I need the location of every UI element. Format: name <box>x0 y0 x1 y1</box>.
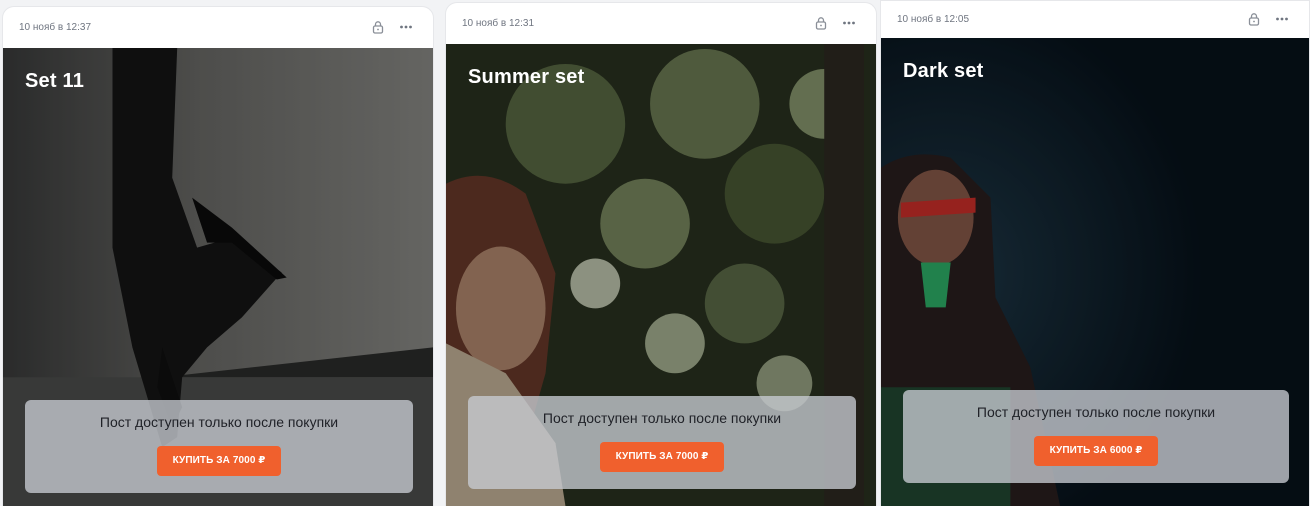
buy-button[interactable]: КУПИТЬ ЗА 6000 ₽ <box>1033 436 1159 466</box>
post-image[interactable]: Dark set Пост доступен только после поку… <box>881 38 1309 506</box>
lock-icon[interactable] <box>367 16 389 38</box>
post-header: 10 нояб в 12:37 <box>3 7 433 47</box>
post-date: 10 нояб в 12:37 <box>19 21 92 33</box>
post-title: Summer set <box>468 66 585 88</box>
paywall-text: Пост доступен только после покупки <box>99 414 339 430</box>
post-image[interactable]: Summer set Пост доступен только после по… <box>446 44 876 506</box>
lock-icon[interactable] <box>1243 8 1265 30</box>
buy-button[interactable]: КУПИТЬ ЗА 7000 ₽ <box>599 442 725 472</box>
post-title: Set 11 <box>25 70 85 92</box>
more-icon[interactable] <box>838 12 860 34</box>
post-date: 10 нояб в 12:31 <box>462 17 535 29</box>
post-header: 10 нояб в 12:05 <box>881 1 1309 37</box>
post-card[interactable]: 10 нояб в 12:37 Set 11 Пост доступен тол… <box>2 6 434 506</box>
lock-icon[interactable] <box>810 12 832 34</box>
post-title: Dark set <box>903 60 984 82</box>
paywall-box: Пост доступен только после покупки КУПИТ… <box>468 396 856 489</box>
post-header: 10 нояб в 12:31 <box>446 3 876 43</box>
post-card[interactable]: 10 нояб в 12:05 Dark set Пост доступен т… <box>880 0 1310 506</box>
post-date: 10 нояб в 12:05 <box>897 13 970 25</box>
paywall-text: Пост доступен только после покупки <box>542 410 782 426</box>
more-icon[interactable] <box>1271 8 1293 30</box>
buy-button[interactable]: КУПИТЬ ЗА 7000 ₽ <box>156 446 282 476</box>
more-icon[interactable] <box>395 16 417 38</box>
post-image[interactable]: Set 11 Пост доступен только после покупк… <box>3 48 433 506</box>
paywall-box: Пост доступен только после покупки КУПИТ… <box>903 390 1289 483</box>
post-card[interactable]: 10 нояб в 12:31 Summer set Пост доступен… <box>445 2 877 506</box>
paywall-text: Пост доступен только после покупки <box>976 404 1216 420</box>
paywall-box: Пост доступен только после покупки КУПИТ… <box>25 400 413 493</box>
